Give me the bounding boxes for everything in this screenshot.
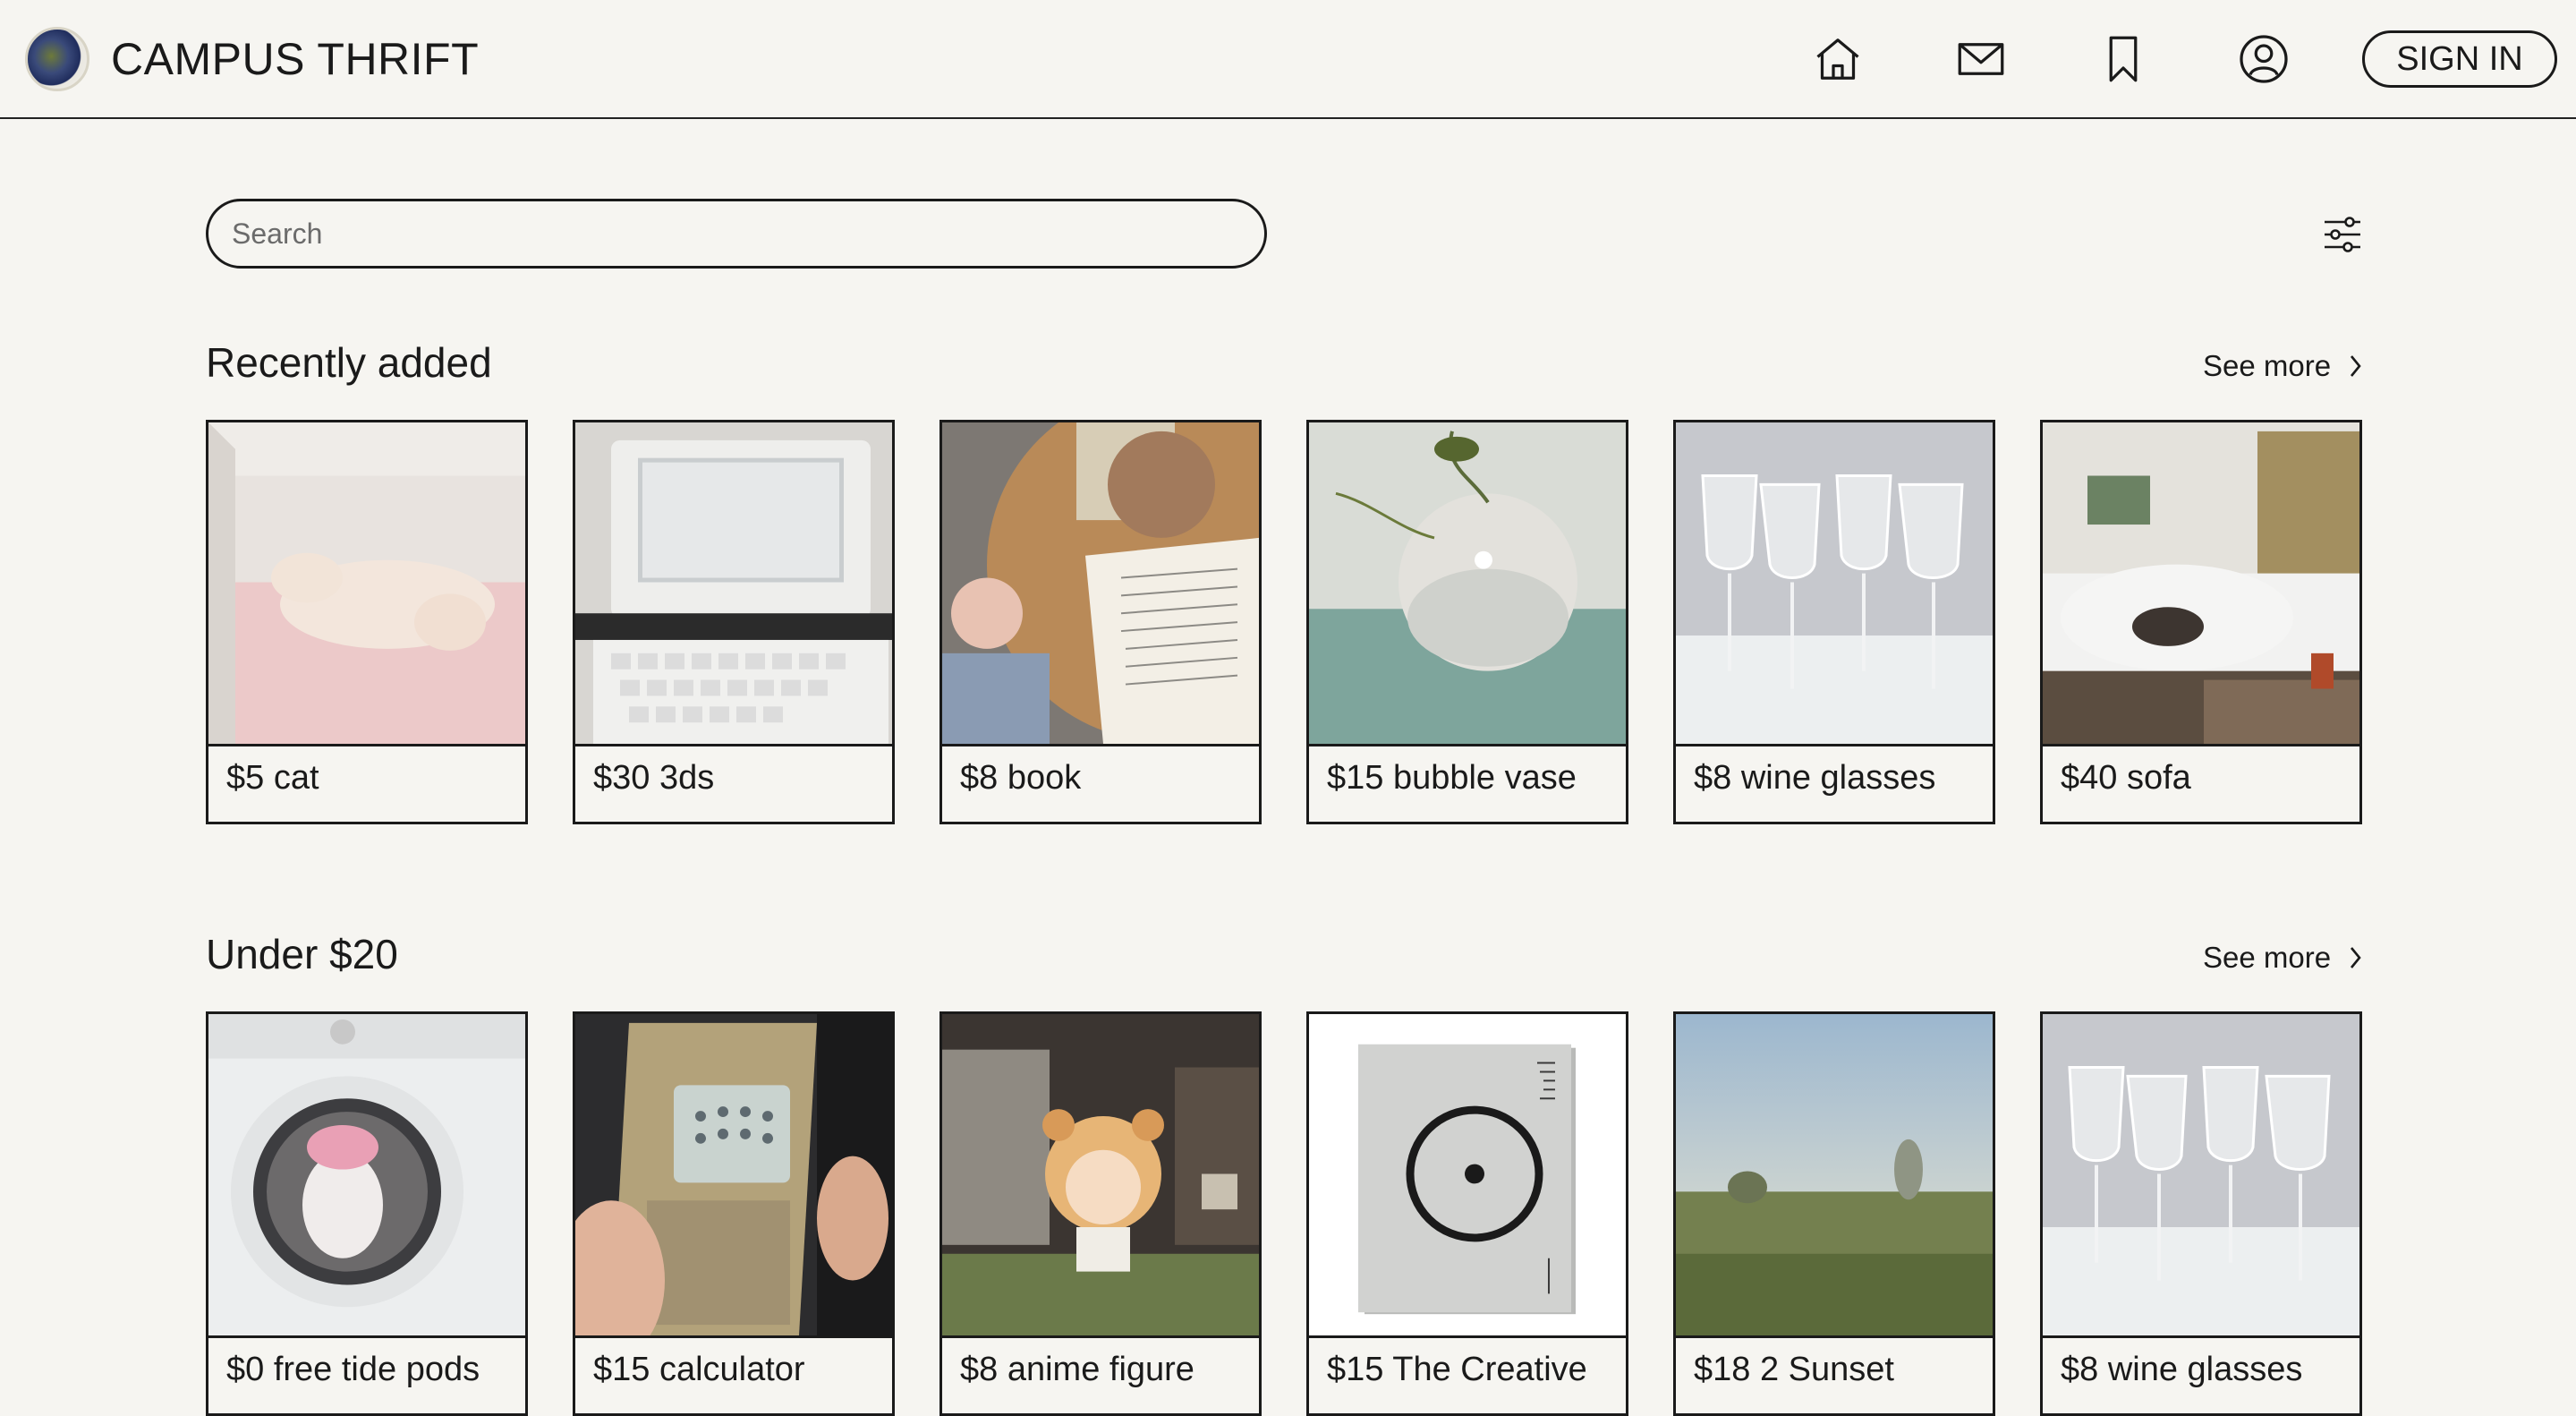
home-icon[interactable] bbox=[1807, 29, 1868, 90]
listing-title: $8 wine glasses bbox=[1694, 759, 1936, 797]
listing-title: $40 sofa bbox=[2061, 759, 2191, 797]
chevron-right-icon bbox=[2351, 947, 2361, 968]
listing-card[interactable]: $8 anime figure bbox=[939, 1011, 1262, 1416]
anime-figure-photo bbox=[942, 1014, 1259, 1338]
kitten-photo bbox=[208, 422, 525, 746]
under-20-row: $0 free tide pods $15 calculator $8 anim… bbox=[206, 1011, 2362, 1416]
mail-icon[interactable] bbox=[1951, 29, 2011, 90]
wine-glasses-photo bbox=[1676, 422, 1993, 746]
sofa-photo bbox=[2043, 422, 2359, 746]
listing-card[interactable]: $5 cat bbox=[206, 420, 528, 824]
listing-card[interactable]: $30 3ds bbox=[573, 420, 895, 824]
listing-title: $18 2 Sunset bbox=[1694, 1351, 1894, 1388]
listing-title: $5 cat bbox=[226, 759, 319, 797]
profile-icon[interactable] bbox=[2233, 29, 2294, 90]
listing-title: $30 3ds bbox=[593, 759, 715, 797]
listing-card[interactable]: $8 wine glasses bbox=[2040, 1011, 2362, 1416]
nokia-phone-photo bbox=[575, 1014, 892, 1338]
listing-card[interactable]: $40 sofa bbox=[2040, 420, 2362, 824]
bookmark-icon[interactable] bbox=[2093, 29, 2154, 90]
wine-glasses-photo bbox=[2043, 1014, 2359, 1338]
see-more-label: See more bbox=[2203, 941, 2332, 974]
listing-card[interactable]: $0 free tide pods bbox=[206, 1011, 528, 1416]
listing-card[interactable]: $8 book bbox=[939, 420, 1262, 824]
listing-card[interactable]: $8 wine glasses bbox=[1673, 420, 1995, 824]
listing-title: $8 anime figure bbox=[960, 1351, 1194, 1388]
listing-title: $15 bubble vase bbox=[1327, 759, 1577, 797]
electronic-dictionary-photo bbox=[575, 422, 892, 746]
book-and-coffee-photo bbox=[942, 422, 1259, 746]
listing-card[interactable]: $18 2 Sunset bbox=[1673, 1011, 1995, 1416]
listing-title: $15 calculator bbox=[593, 1351, 805, 1388]
see-more-label: See more bbox=[2203, 349, 2332, 382]
sunset-field-photo bbox=[1676, 1014, 1993, 1338]
listing-title: $8 book bbox=[960, 759, 1082, 797]
sign-in-button[interactable]: SIGN IN bbox=[2362, 30, 2557, 88]
see-more-link-under-20[interactable]: See more bbox=[2203, 941, 2365, 975]
chevron-right-icon bbox=[2351, 355, 2361, 377]
search-input[interactable] bbox=[206, 199, 1267, 269]
washing-machine-photo bbox=[208, 1014, 525, 1338]
listing-card[interactable]: $15 The Creative bbox=[1306, 1011, 1628, 1416]
listing-title: $8 wine glasses bbox=[2061, 1351, 2303, 1388]
listing-card[interactable]: $15 bubble vase bbox=[1306, 420, 1628, 824]
top-nav-bar: CAMPUS THRIFT SIGN IN bbox=[0, 0, 2576, 119]
section-title-recently-added: Recently added bbox=[206, 339, 492, 386]
see-more-link-recently-added[interactable]: See more bbox=[2203, 349, 2365, 383]
listing-title: $0 free tide pods bbox=[226, 1351, 480, 1388]
bubble-vase-photo bbox=[1309, 422, 1626, 746]
listing-title: $15 The Creative bbox=[1327, 1351, 1587, 1388]
campus-logo[interactable] bbox=[25, 27, 89, 91]
recently-added-row: $5 cat $30 3ds $8 book $15 bubble vase $… bbox=[206, 420, 2362, 824]
section-title-under-20: Under $20 bbox=[206, 931, 398, 977]
book-cover-photo bbox=[1309, 1014, 1626, 1338]
filter-sliders-icon[interactable] bbox=[2317, 209, 2368, 260]
listing-card[interactable]: $15 calculator bbox=[573, 1011, 895, 1416]
brand-name[interactable]: CAMPUS THRIFT bbox=[111, 32, 479, 86]
